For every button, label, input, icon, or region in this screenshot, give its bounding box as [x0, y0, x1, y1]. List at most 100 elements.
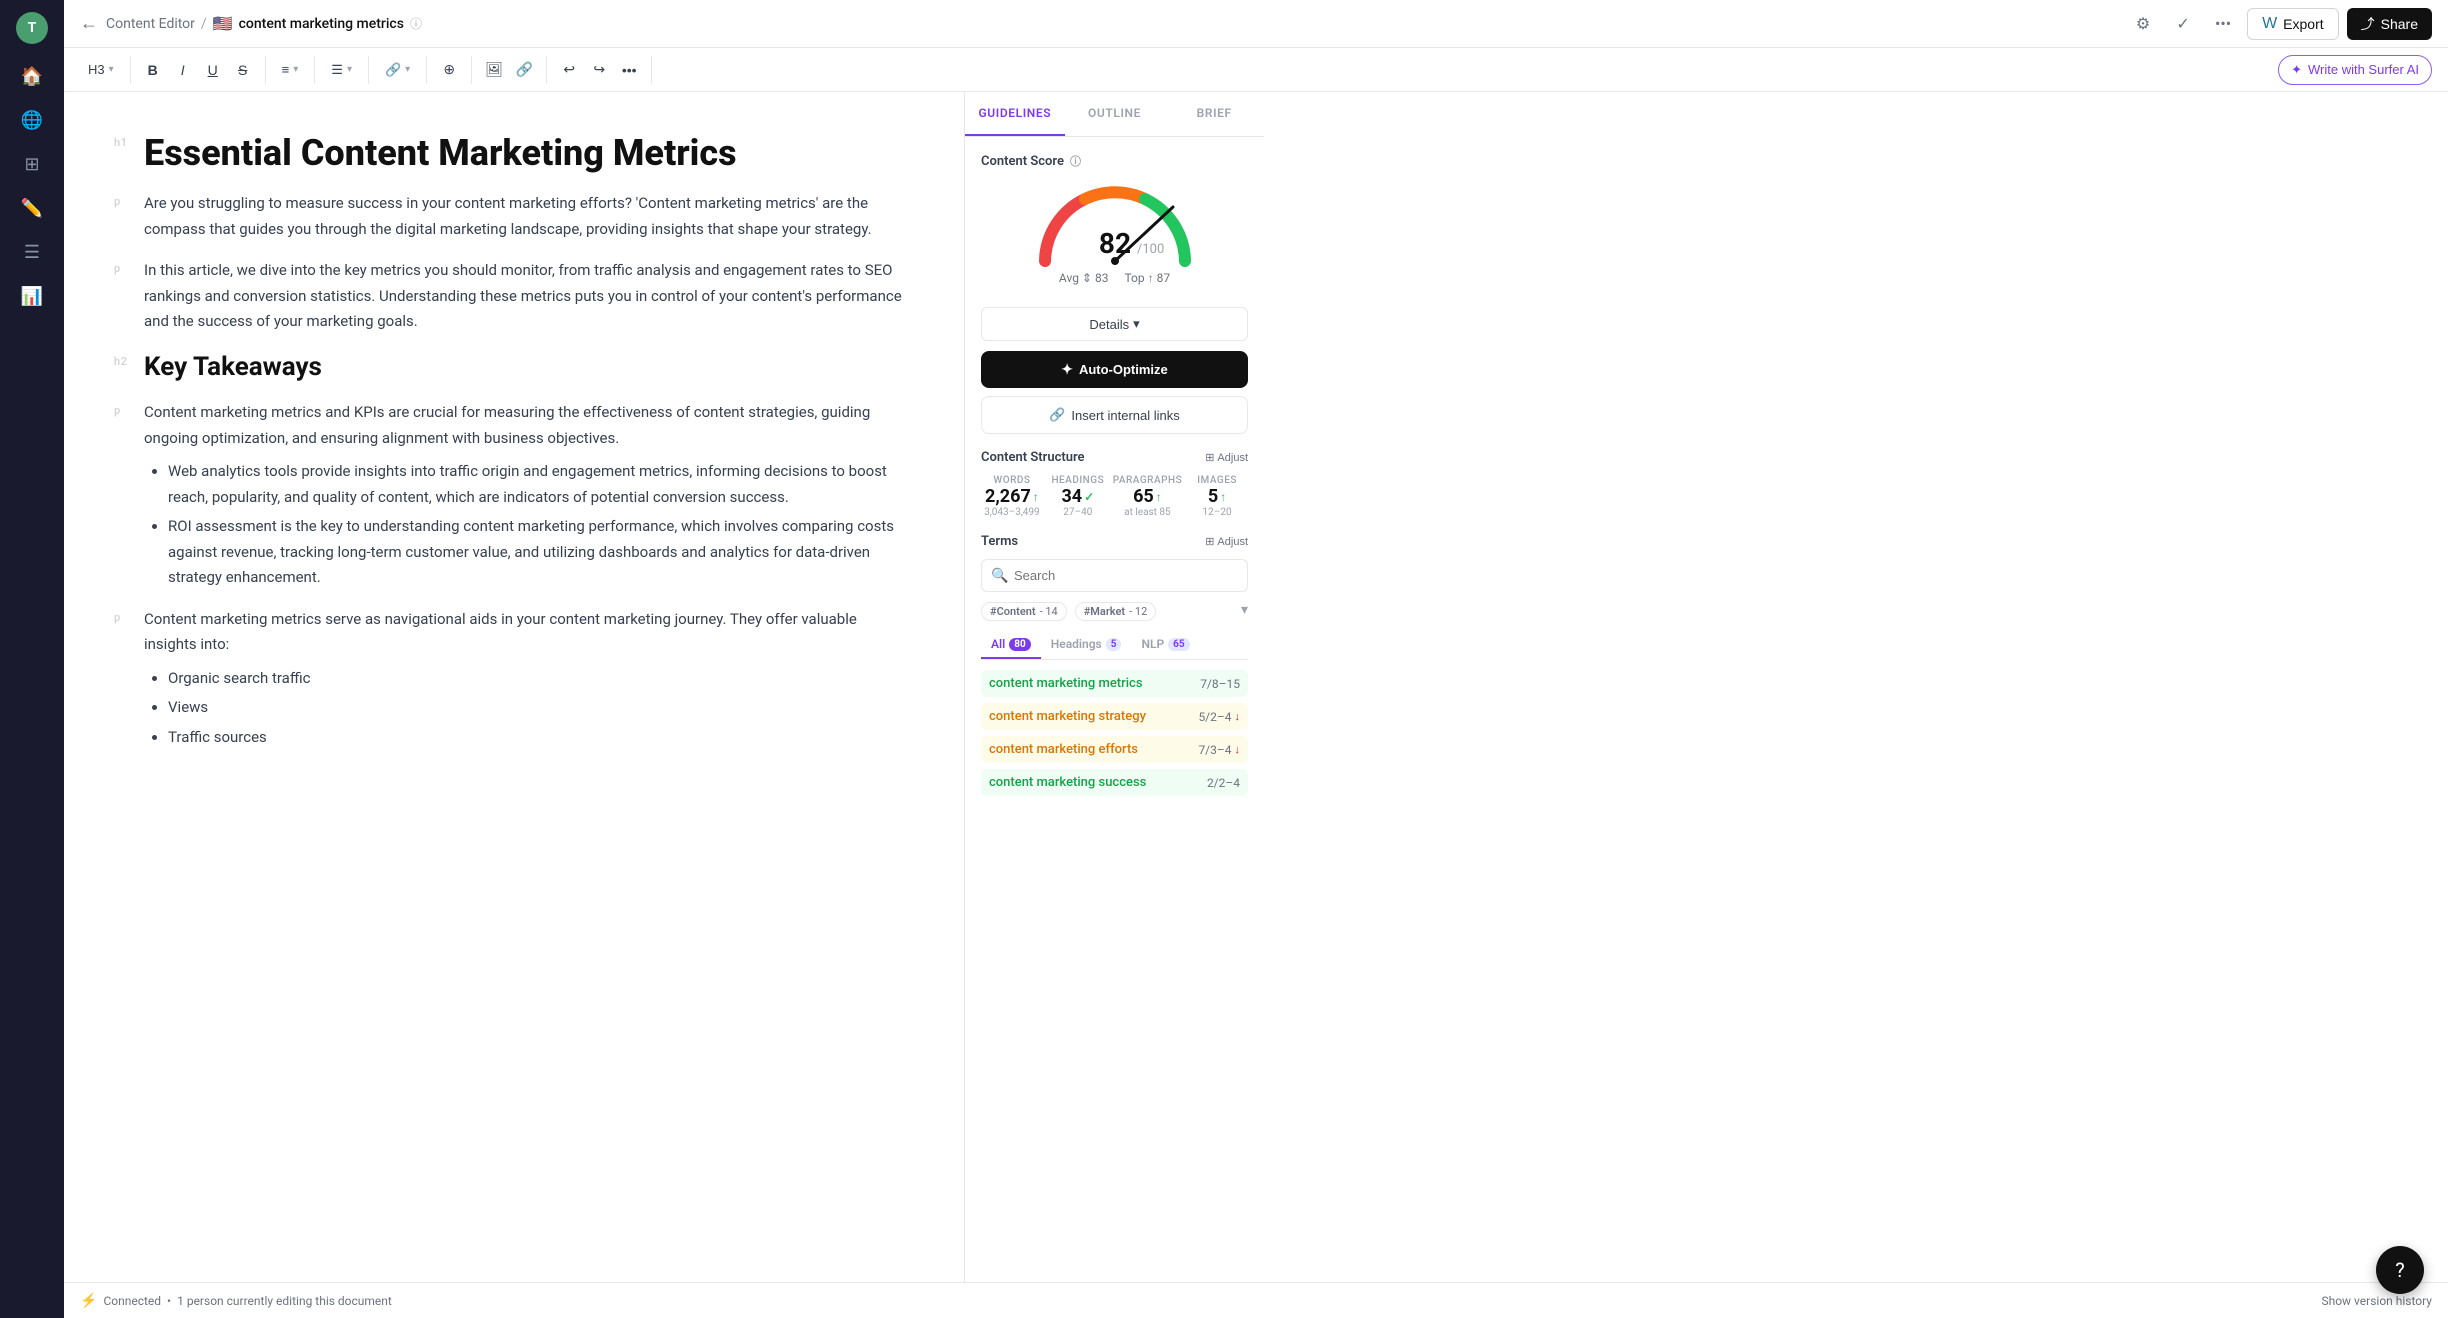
- link-button[interactable]: 🔗 ▾: [377, 56, 418, 84]
- sidebar-icon-list[interactable]: ☰: [12, 232, 52, 272]
- back-button[interactable]: ←: [80, 13, 98, 34]
- terms-title: Terms: [981, 534, 1018, 549]
- more-toolbar-button[interactable]: •••: [615, 56, 643, 84]
- p1-text[interactable]: Are you struggling to measure success in…: [144, 191, 904, 242]
- href-button[interactable]: 🔗: [510, 56, 538, 84]
- share-button[interactable]: ⤴ Share: [2347, 8, 2432, 40]
- tag-content[interactable]: #Content - 14: [981, 602, 1067, 621]
- term-name-1: content marketing metrics: [989, 676, 1143, 691]
- editors-text: 1 person currently editing this document: [177, 1294, 392, 1308]
- score-info-icon[interactable]: ⓘ: [1070, 153, 1081, 169]
- term-tab-nlp-badge: 65: [1168, 638, 1189, 651]
- sidebar-icon-home[interactable]: 🏠: [12, 56, 52, 96]
- auto-optimize-button[interactable]: ✦ Auto-Optimize: [981, 351, 1248, 388]
- term-range-1: 7/8–15: [1200, 677, 1240, 691]
- bullet-list-2: Organic search traffic Views Traffic sou…: [168, 666, 904, 751]
- help-fab[interactable]: ?: [2376, 1246, 2424, 1294]
- editor-content[interactable]: h1 Essential Content Marketing Metrics p…: [64, 92, 964, 1282]
- tab-brief[interactable]: BRIEF: [1164, 92, 1264, 136]
- left-sidebar: T 🏠 🌐 ⊞ ✏️ ☰ 📊: [0, 0, 64, 1318]
- term-tab-all[interactable]: All 80: [981, 631, 1041, 659]
- term-tab-nlp[interactable]: NLP 65: [1131, 631, 1199, 659]
- bold-button[interactable]: B: [139, 56, 167, 84]
- bullet-2-item-1[interactable]: Organic search traffic: [168, 666, 904, 692]
- p2-text[interactable]: In this article, we dive into the key me…: [144, 258, 904, 335]
- bullet-2-item-2[interactable]: Views: [168, 695, 904, 721]
- strikethrough-button[interactable]: S: [229, 56, 257, 84]
- details-button[interactable]: Details ▾: [981, 307, 1248, 341]
- images-label: IMAGES: [1186, 475, 1248, 486]
- undo-button[interactable]: ↩: [555, 56, 583, 84]
- sidebar-icon-globe[interactable]: 🌐: [12, 100, 52, 140]
- breadcrumb: Content Editor / 🇺🇸 content marketing me…: [106, 14, 422, 33]
- auto-optimize-label: Auto-Optimize: [1079, 362, 1168, 377]
- structure-header: Content Structure ⊞ Adjust: [981, 450, 1248, 465]
- p3-text[interactable]: Content marketing metrics and KPIs are c…: [144, 400, 904, 451]
- more-button[interactable]: •••: [2207, 8, 2239, 40]
- sidebar-icon-grid[interactable]: ⊞: [12, 144, 52, 184]
- terms-section: Terms ⊞ Adjust 🔍 #Content - 14: [981, 534, 1248, 796]
- h2-heading[interactable]: Key Takeaways: [144, 351, 904, 385]
- align-button[interactable]: ≡ ▾: [274, 56, 307, 84]
- h1-heading[interactable]: Essential Content Marketing Metrics: [144, 132, 904, 175]
- redo-button[interactable]: ↪: [585, 56, 613, 84]
- settings-button[interactable]: ⚙: [2127, 8, 2159, 40]
- terms-adjust-label: Adjust: [1217, 536, 1248, 548]
- export-button[interactable]: W Export: [2247, 8, 2339, 40]
- h1-label: h1: [114, 136, 128, 149]
- italic-button[interactable]: I: [169, 56, 197, 84]
- tab-outline[interactable]: OUTLINE: [1065, 92, 1165, 136]
- internal-links-label: Insert internal links: [1071, 408, 1179, 423]
- h2-label: h2: [114, 355, 128, 368]
- bullet-1-item-2[interactable]: ROI assessment is the key to understandi…: [168, 514, 904, 591]
- image-button[interactable]: 🖼: [480, 56, 508, 84]
- term-name-4: content marketing success: [989, 775, 1146, 790]
- status-bar: ⚡ Connected • 1 person currently editing…: [64, 1282, 2448, 1318]
- editor-body: h1 Essential Content Marketing Metrics p…: [64, 92, 2448, 1282]
- tag-content-hash: #Content: [990, 605, 1036, 618]
- export-label: Export: [2283, 16, 2323, 32]
- check-button[interactable]: ✓: [2167, 8, 2199, 40]
- tab-guidelines[interactable]: GUIDELINES: [965, 92, 1065, 136]
- terms-header: Terms ⊞ Adjust: [981, 534, 1248, 549]
- sidebar-icon-chart[interactable]: 📊: [12, 276, 52, 316]
- special-button[interactable]: ⊕: [435, 56, 463, 84]
- p4-text[interactable]: Content marketing metrics serve as navig…: [144, 607, 904, 658]
- structure-adjust-button[interactable]: ⊞ Adjust: [1205, 451, 1248, 464]
- term-item-1[interactable]: content marketing metrics 7/8–15: [981, 670, 1248, 697]
- term-item-4[interactable]: content marketing success 2/2–4: [981, 769, 1248, 796]
- heading-label: H3: [88, 62, 105, 77]
- share-icon: ⤴: [2361, 14, 2375, 34]
- h2-block-row: h2 Key Takeaways: [144, 351, 904, 385]
- show-history-button[interactable]: Show version history: [2321, 1294, 2432, 1308]
- term-item-2[interactable]: content marketing strategy 5/2–4 ↓: [981, 703, 1248, 730]
- bold-icon: B: [148, 62, 158, 78]
- surfer-ai-button[interactable]: ✦ Write with Surfer AI: [2278, 55, 2432, 85]
- special-icon: ⊕: [443, 61, 455, 78]
- underline-button[interactable]: U: [199, 56, 227, 84]
- tag-expand-icon[interactable]: ▾: [1241, 602, 1248, 621]
- term-arrow-2: ↓: [1235, 710, 1241, 723]
- term-item-3[interactable]: content marketing efforts 7/3–4 ↓: [981, 736, 1248, 763]
- breadcrumb-info-icon[interactable]: ⓘ: [410, 15, 422, 32]
- bullet-2-item-3[interactable]: Traffic sources: [168, 725, 904, 751]
- sidebar-icon-editor[interactable]: ✏️: [12, 188, 52, 228]
- term-tab-headings[interactable]: Headings 5: [1041, 631, 1132, 659]
- list-button[interactable]: ☰ ▾: [323, 56, 360, 84]
- avatar[interactable]: T: [16, 12, 48, 44]
- tag-market[interactable]: #Market - 12: [1075, 602, 1157, 621]
- content-structure-section: Content Structure ⊞ Adjust WORDS 2,267: [981, 450, 1248, 518]
- term-name-2: content marketing strategy: [989, 709, 1146, 724]
- topbar-actions: ⚙ ✓ ••• W Export ⤴ Share: [2127, 8, 2432, 40]
- p2-block-row: p In this article, we dive into the key …: [144, 258, 904, 335]
- undo-icon: ↩: [563, 61, 575, 78]
- internal-links-button[interactable]: 🔗 Insert internal links: [981, 396, 1248, 434]
- href-icon: 🔗: [515, 61, 532, 78]
- svg-text:82: 82: [1098, 227, 1130, 260]
- strikethrough-icon: S: [238, 62, 247, 78]
- heading-selector[interactable]: H3 ▾: [80, 56, 122, 84]
- terms-adjust-button[interactable]: ⊞ Adjust: [1205, 535, 1248, 548]
- p4-label: p: [114, 611, 121, 624]
- terms-search-input[interactable]: [981, 559, 1248, 592]
- bullet-1-item-1[interactable]: Web analytics tools provide insights int…: [168, 459, 904, 510]
